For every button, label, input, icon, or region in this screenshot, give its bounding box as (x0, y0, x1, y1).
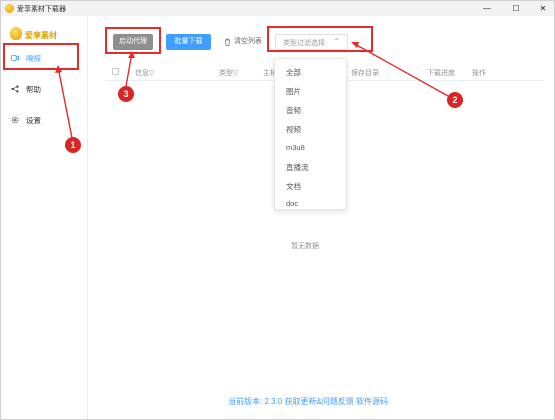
column-header-save-dir: 保存目录 (351, 70, 379, 77)
sidebar-item-label: 设置 (26, 116, 41, 125)
empty-state-text: 暂无数据 (291, 243, 319, 250)
window-title: 爱享素材下载器 (17, 6, 66, 13)
sidebar: 爱享素材 嗅探 帮助 设置 (1, 16, 88, 419)
dropdown-option-document[interactable]: 文档 (286, 181, 301, 192)
app-window: 爱享素材下载器 — ☐ ✕ 爱享素材 嗅探 帮助 设置 启动代理 批量下载 清空… (0, 0, 555, 420)
dropdown-option-doc[interactable]: doc (286, 199, 298, 208)
share-icon (11, 85, 19, 93)
select-all-checkbox[interactable] (112, 68, 119, 75)
column-header-type[interactable]: 类型▽ (219, 68, 238, 78)
annotation-box-3 (105, 27, 161, 54)
column-header-progress: 下载进度 (427, 70, 455, 77)
batch-download-button[interactable]: 批量下载 (166, 34, 211, 50)
annotation-badge-3: 3 (118, 86, 134, 102)
gear-icon (11, 116, 19, 124)
dropdown-option-video[interactable]: 视频 (286, 124, 301, 135)
close-button[interactable]: ✕ (533, 1, 553, 16)
sidebar-item-label: 帮助 (26, 85, 41, 94)
dropdown-option-audio[interactable]: 音频 (286, 105, 301, 116)
annotation-badge-1: 1 (65, 137, 81, 153)
brand-logo-icon (10, 27, 22, 40)
column-header-info[interactable]: 信息▽ (135, 68, 154, 78)
dropdown-option-m3u8[interactable]: m3u8 (286, 143, 305, 152)
dropdown-option-all[interactable]: 全部 (286, 67, 301, 78)
annotation-badge-2: 2 (447, 92, 463, 108)
dropdown-option-image[interactable]: 图片 (286, 86, 301, 97)
sidebar-item-help[interactable]: 帮助 (7, 82, 79, 97)
title-bar: 爱享素材下载器 — ☐ ✕ (1, 1, 554, 16)
column-header-actions: 操作 (472, 70, 486, 77)
sidebar-item-settings[interactable]: 设置 (7, 113, 79, 128)
minimize-button[interactable]: — (477, 1, 497, 16)
trash-icon (225, 38, 230, 46)
maximize-button[interactable]: ☐ (506, 1, 526, 16)
clear-list-button[interactable]: 清空列表 (219, 34, 267, 50)
annotation-box-2 (267, 26, 373, 52)
app-logo-icon (5, 4, 14, 13)
dropdown-option-live-stream[interactable]: 直播流 (286, 162, 309, 173)
footer-links[interactable]: 当前版本: 2.3.0 获取更新&问题反馈 软件源码 (228, 396, 388, 407)
brand-name: 爱享素材 (25, 31, 57, 40)
type-filter-dropdown: 全部 图片 音频 视频 m3u8 直播流 文档 doc (274, 58, 347, 210)
clear-list-label: 清空列表 (234, 38, 262, 45)
annotation-box-1 (3, 43, 79, 70)
